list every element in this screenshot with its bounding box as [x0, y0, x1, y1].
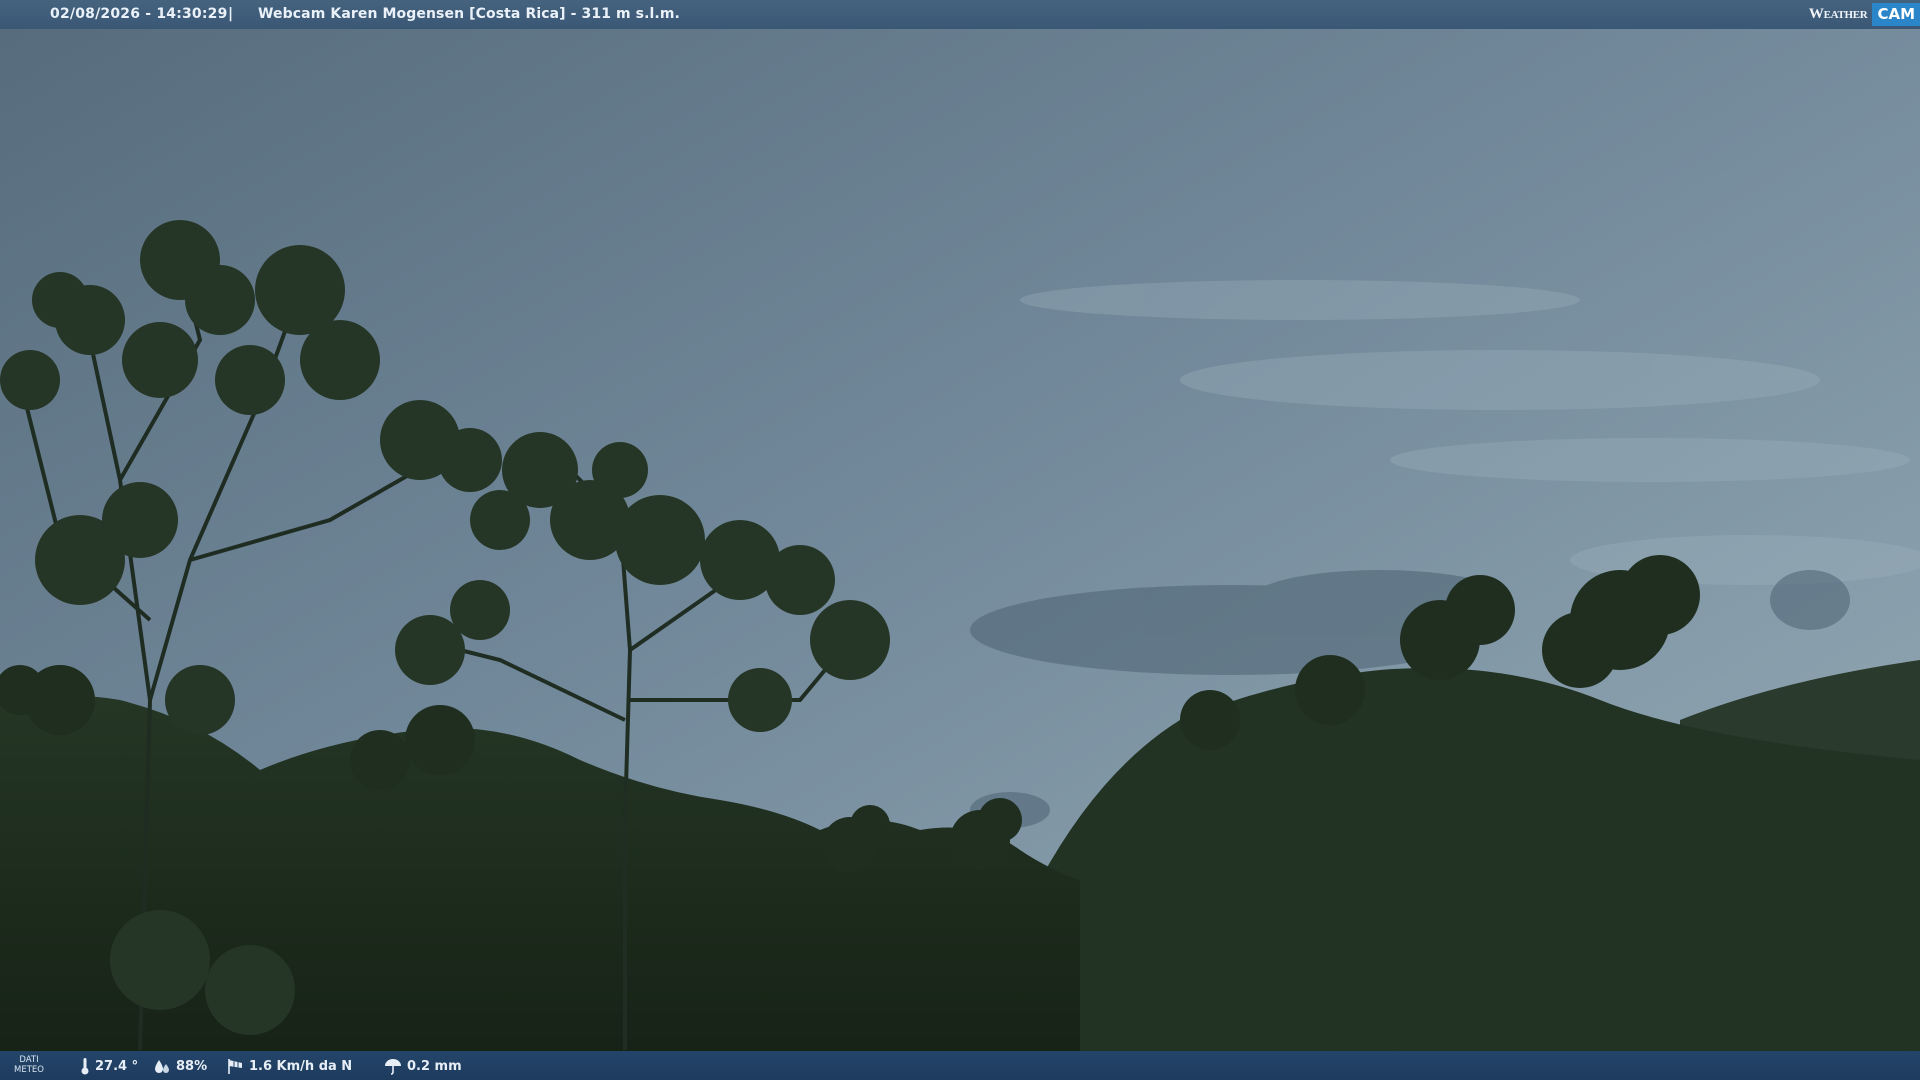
logo-cam-text: CAM [1872, 3, 1920, 26]
separator: | [228, 6, 234, 22]
temperature-value: 27.4 ° [95, 1058, 139, 1074]
weather-data-label-line1: DATI [19, 1055, 39, 1065]
rain-value: 0.2 mm [407, 1058, 462, 1074]
weathercam-logo: Weather CAM [1809, 0, 1920, 29]
weather-data-bar: DATI METEO 27.4 ° 88% 1.6 Km/h da N 0.2 … [0, 1051, 1920, 1080]
wind-value: 1.6 Km/h da N [249, 1058, 353, 1074]
top-info-bar: 02/08/2026 - 14:30:29 | Webcam Karen Mog… [0, 0, 1920, 29]
wind-readout: 1.6 Km/h da N [226, 1057, 352, 1075]
timestamp: 02/08/2026 - 14:30:29 [50, 6, 228, 22]
temperature-readout: 27.4 ° [80, 1057, 138, 1075]
weather-data-label: DATI METEO [14, 1055, 44, 1075]
umbrella-icon [385, 1059, 401, 1075]
humidity-value: 88% [176, 1058, 208, 1074]
webcam-image [0, 0, 1920, 1080]
water-drops-icon [155, 1060, 169, 1073]
thermometer-icon [81, 1058, 89, 1075]
webcam-title: Webcam Karen Mogensen [Costa Rica] - 311… [258, 6, 680, 22]
wind-sock-icon [228, 1059, 242, 1074]
rain-readout: 0.2 mm [384, 1057, 462, 1075]
weather-data-label-line2: METEO [14, 1065, 44, 1075]
humidity-readout: 88% [153, 1057, 207, 1075]
logo-weather-text: Weather [1808, 6, 1868, 22]
